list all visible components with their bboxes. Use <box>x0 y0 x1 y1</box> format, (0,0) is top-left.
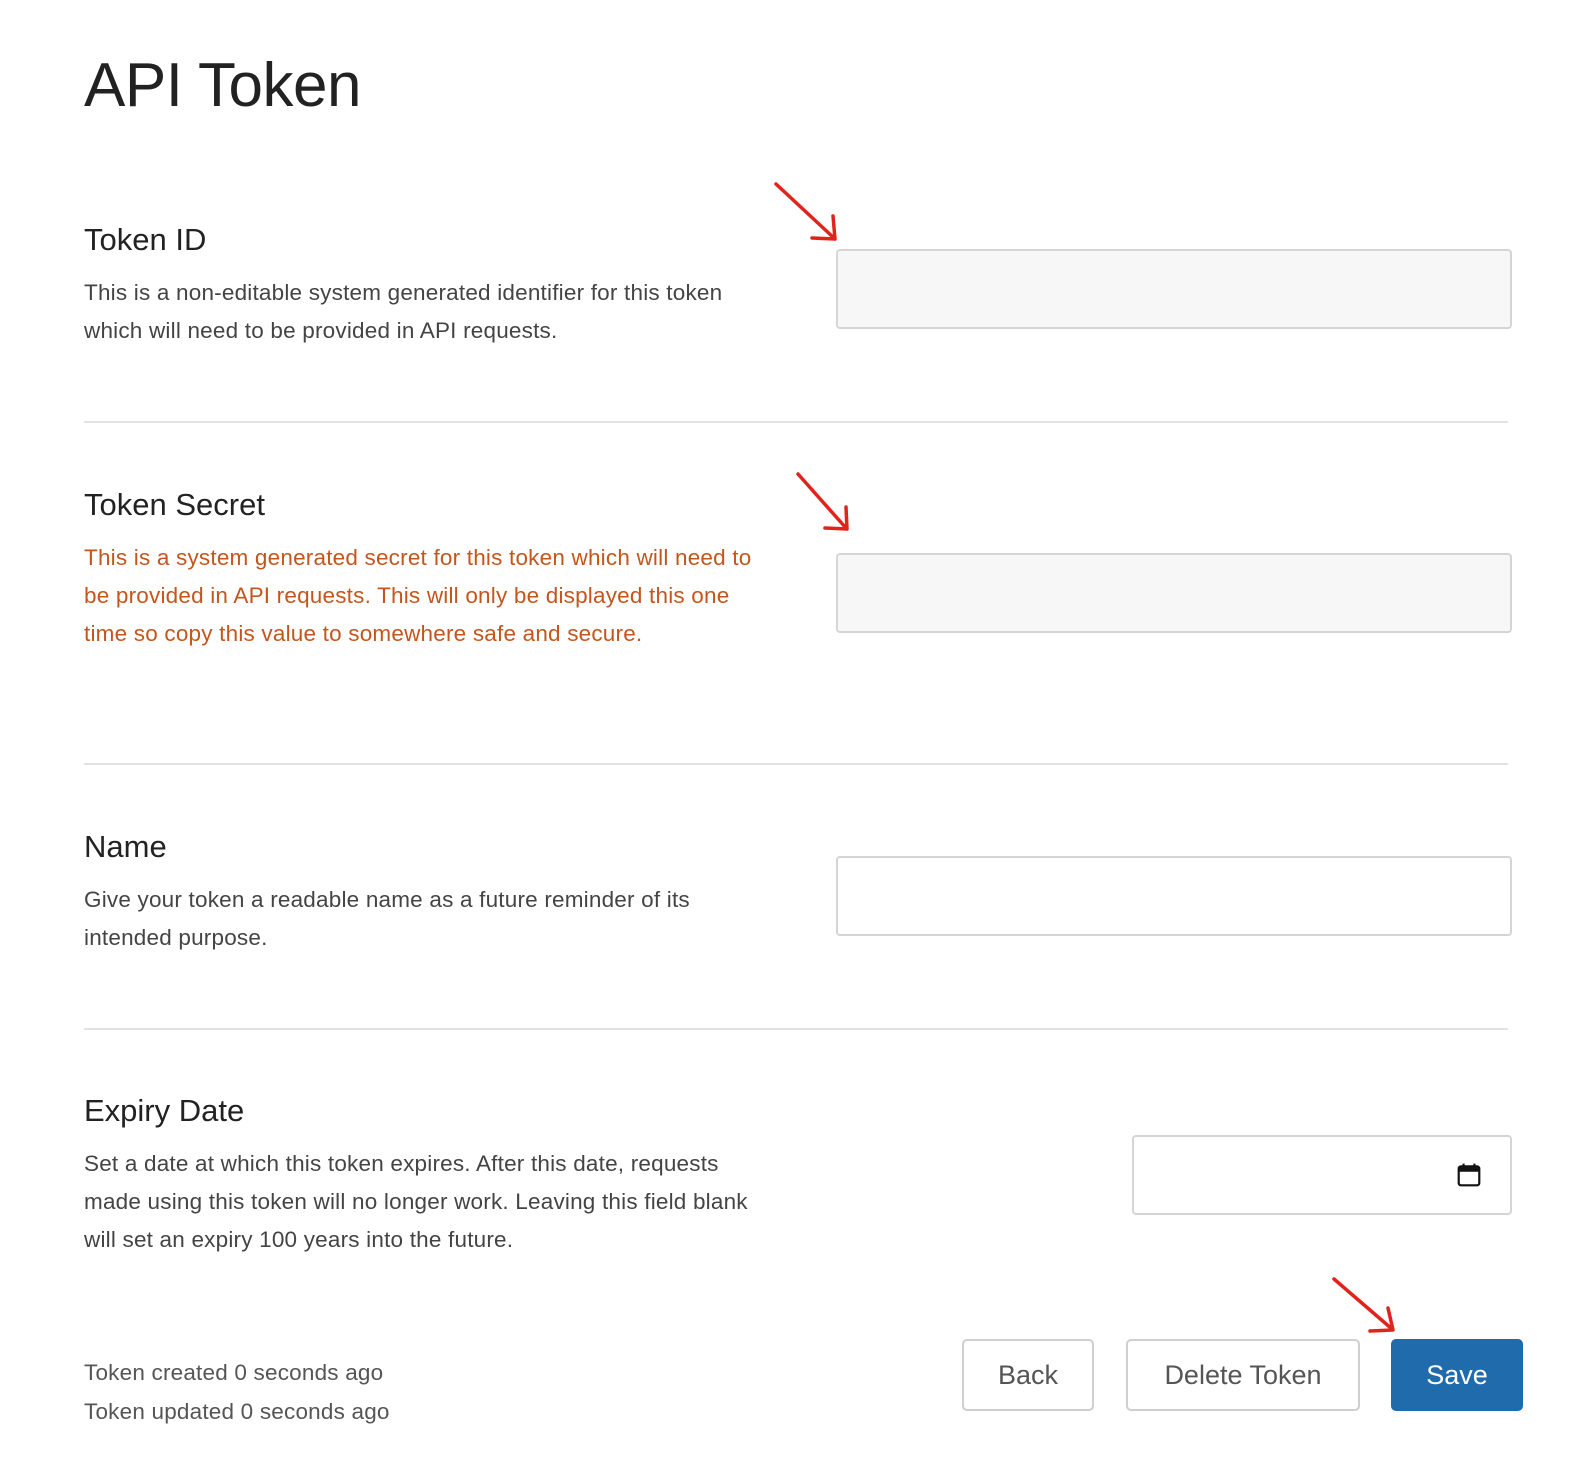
expiry-date-title: Expiry Date <box>84 1093 245 1128</box>
token-id-title: Token ID <box>84 222 207 257</box>
delete-token-button[interactable]: Delete Token <box>1126 1339 1360 1411</box>
save-button[interactable]: Save <box>1391 1339 1523 1411</box>
name-description: Give your token a readable name as a fut… <box>84 887 690 950</box>
back-button[interactable]: Back <box>962 1339 1094 1411</box>
api-token-page: API Token Token ID This is a non-editabl… <box>0 0 1586 1468</box>
token-id-description: This is a non-editable system generated … <box>84 280 723 343</box>
arrow-down-right-icon <box>1332 1277 1395 1333</box>
token-created-text: Token created 0 seconds ago <box>84 1360 384 1385</box>
expiry-date-input[interactable] <box>1134 1137 1434 1213</box>
calendar-icon[interactable] <box>1456 1162 1482 1188</box>
expiry-date-description: Set a date at which this token expires. … <box>84 1151 748 1252</box>
token-secret-input[interactable] <box>836 553 1512 633</box>
section-divider <box>84 1028 1508 1030</box>
token-secret-title: Token Secret <box>84 487 265 522</box>
token-id-input[interactable] <box>836 249 1512 329</box>
arrow-down-right-icon <box>796 472 849 531</box>
name-input[interactable] <box>836 856 1512 936</box>
section-divider <box>84 421 1508 423</box>
token-updated-text: Token updated 0 seconds ago <box>84 1399 390 1424</box>
token-secret-description: This is a system generated secret for th… <box>84 545 752 646</box>
expiry-date-field[interactable] <box>1132 1135 1512 1215</box>
arrow-down-right-icon <box>774 182 837 241</box>
name-title: Name <box>84 829 167 864</box>
page-title: API Token <box>84 51 361 120</box>
section-divider <box>84 763 1508 765</box>
